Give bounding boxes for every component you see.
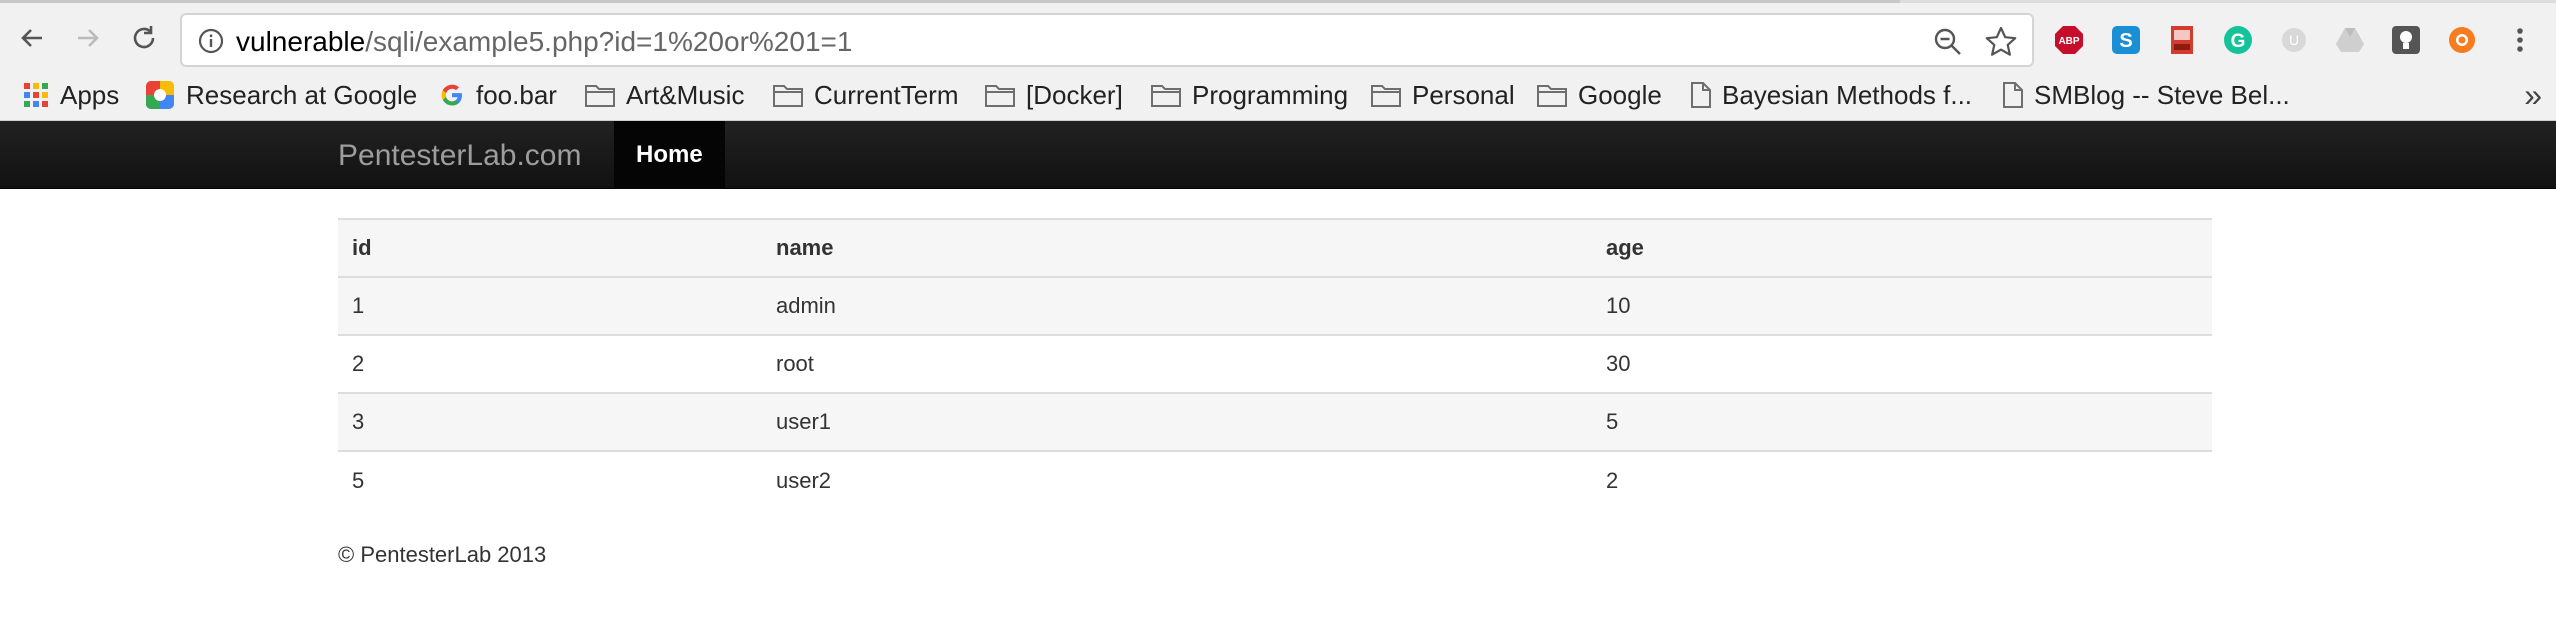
table-row: 1 admin 10 (338, 276, 2212, 335)
site-navbar: PentesterLab.com Home (0, 121, 2556, 189)
svg-text:ABP: ABP (2058, 36, 2079, 47)
page-icon (2003, 82, 2023, 108)
url-path: /sqli/example5.php?id=1%20or%201=1 (365, 26, 853, 57)
forward-arrow-icon (78, 29, 99, 47)
bookmark-folder-personal[interactable]: Personal (1370, 71, 1515, 119)
bookmark-label: SMBlog -- Steve Bel... (2034, 79, 2290, 110)
bookmark-folder-programming[interactable]: Programming (1150, 71, 1348, 119)
zoom-out-icon[interactable] (1932, 26, 1964, 58)
page-icon (1691, 82, 1711, 108)
cell-id: 1 (338, 276, 762, 335)
back-button[interactable] (14, 20, 50, 56)
page-footer: © PentesterLab 2013 (338, 542, 547, 567)
folder-icon (1537, 85, 1567, 107)
cell-name: user1 (762, 392, 1592, 451)
folder-icon (773, 85, 803, 107)
cell-age: 2 (1592, 450, 2212, 509)
table-row: 5 user2 2 (338, 450, 2212, 509)
adblock-plus-icon[interactable]: ABP (2053, 24, 2085, 56)
reload-icon (133, 26, 155, 49)
svg-text:G: G (2231, 31, 2246, 52)
cell-id: 5 (338, 450, 762, 509)
browser-toolbar: vulnerable/sqli/example5.php?id=1%20or%2… (0, 3, 2556, 71)
folder-icon (585, 85, 615, 107)
bookmark-folder-google[interactable]: Google (1536, 71, 1662, 119)
apps-grid-icon (24, 83, 48, 107)
cell-name: root (762, 334, 1592, 393)
site-brand-link[interactable]: PentesterLab.com (338, 139, 581, 173)
bookmark-label: CurrentTerm (814, 79, 959, 110)
pdf-icon[interactable] (2166, 24, 2198, 56)
lifebuoy-icon[interactable] (2446, 24, 2478, 56)
bookmark-label: Google (1578, 79, 1662, 110)
grammarly-icon[interactable]: G (2222, 24, 2254, 56)
bookmark-label: Research at Google (186, 79, 418, 110)
bookmark-bayesian-methods[interactable]: Bayesian Methods f... (1690, 71, 1972, 119)
google-multicolor-icon (146, 81, 174, 109)
skype-icon[interactable]: S (2110, 24, 2142, 56)
cell-name: user2 (762, 450, 1592, 509)
cell-age: 5 (1592, 392, 2212, 451)
cell-id: 2 (338, 334, 762, 393)
svg-text:S: S (2119, 30, 2132, 52)
bookmark-folder-art-music[interactable]: Art&Music (584, 71, 744, 119)
bookmark-label: Personal (1412, 79, 1515, 110)
bookmark-star-icon[interactable] (1984, 25, 2018, 59)
bookmark-label: Bayesian Methods f... (1722, 79, 1973, 110)
bookmark-label: Art&Music (626, 79, 745, 110)
cell-name: admin (762, 276, 1592, 335)
url-text[interactable]: vulnerable/sqli/example5.php?id=1%20or%2… (236, 26, 852, 58)
bookmark-folder-docker[interactable]: [Docker] (984, 71, 1123, 119)
column-header-age: age (1592, 218, 2212, 277)
bookmark-research-at-google[interactable]: Research at Google (144, 71, 417, 119)
bookmark-label: Apps (60, 79, 120, 110)
folder-icon (1371, 85, 1401, 107)
cell-age: 30 (1592, 334, 2212, 393)
lightbulb-icon[interactable] (2390, 24, 2422, 56)
reload-button[interactable] (126, 20, 162, 56)
google-drive-icon[interactable] (2334, 24, 2366, 56)
back-arrow-icon (21, 29, 42, 47)
bookmark-label: [Docker] (1026, 79, 1123, 110)
address-bar[interactable]: vulnerable/sqli/example5.php?id=1%20or%2… (180, 13, 2034, 67)
table-row: 3 user1 5 (338, 392, 2212, 451)
svg-text:U: U (2289, 32, 2299, 48)
column-header-id: id (338, 218, 762, 277)
cell-age: 10 (1592, 276, 2212, 335)
info-icon[interactable] (196, 26, 226, 56)
google-g-icon (441, 84, 462, 106)
bookmark-label: foo.bar (476, 79, 557, 110)
bookmarks-overflow-button[interactable]: » (2524, 77, 2542, 114)
cell-id: 3 (338, 392, 762, 451)
main-content: id name age 1 admin 10 2 root 30 3 user1… (338, 218, 2212, 509)
menu-dots-icon[interactable] (2504, 24, 2536, 56)
bookmark-apps[interactable]: Apps (22, 71, 119, 119)
table-header-row: id name age (338, 218, 2212, 277)
bookmark-folder-currentterm[interactable]: CurrentTerm (772, 71, 958, 119)
column-header-name: name (762, 218, 1592, 277)
folder-icon (985, 85, 1015, 107)
bookmarks-bar: Apps Research at Google foo.bar Art&Musi… (0, 71, 2556, 121)
results-table: id name age 1 admin 10 2 root 30 3 user1… (338, 218, 2212, 509)
url-host: vulnerable (236, 26, 366, 57)
table-row: 2 root 30 (338, 334, 2212, 393)
bookmark-smblog[interactable]: SMBlog -- Steve Bel... (2002, 71, 2290, 119)
forward-button[interactable] (70, 20, 106, 56)
extension-icon[interactable]: U (2278, 24, 2310, 56)
bookmark-label: Programming (1192, 79, 1349, 110)
nav-home-link[interactable]: Home (614, 121, 725, 189)
bookmark-foo-bar[interactable]: foo.bar (438, 71, 557, 119)
folder-icon (1151, 85, 1181, 107)
